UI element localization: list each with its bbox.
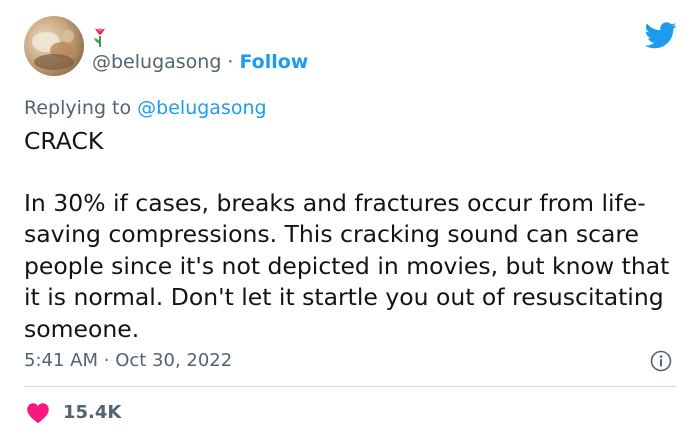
avatar[interactable]: [24, 16, 84, 76]
tweet-text: CRACK In 30% if cases, breaks and fractu…: [24, 126, 684, 345]
avatar-image: [32, 30, 74, 70]
heart-icon[interactable]: [26, 402, 50, 424]
like-count: 15.4K: [63, 402, 122, 423]
divider: [24, 386, 676, 387]
twitter-bird-icon[interactable]: [645, 22, 677, 49]
tweet-paragraph: In 30% if cases, breaks and fractures oc…: [24, 188, 670, 343]
separator-dot: ·: [103, 350, 110, 371]
tweet-time: 5:41 AM: [24, 350, 98, 371]
tweet-paragraph: CRACK: [24, 127, 104, 155]
author-line: @belugasong · Follow: [92, 50, 308, 74]
tweet-card: @belugasong · Follow Replying to @belugaso…: [0, 0, 700, 441]
tweet-date: Oct 30, 2022: [115, 350, 233, 371]
replying-mention-link[interactable]: @belugasong: [137, 97, 266, 119]
tweet-timestamp[interactable]: 5:41 AM · Oct 30, 2022: [24, 349, 232, 373]
follow-button[interactable]: Follow: [239, 51, 308, 73]
replying-to: Replying to @belugasong: [24, 96, 267, 120]
separator-dot: ·: [227, 51, 234, 73]
info-icon[interactable]: [650, 350, 672, 372]
author-handle[interactable]: @belugasong: [92, 51, 221, 73]
tulip-icon: [94, 28, 105, 47]
replying-prefix: Replying to: [24, 97, 132, 119]
